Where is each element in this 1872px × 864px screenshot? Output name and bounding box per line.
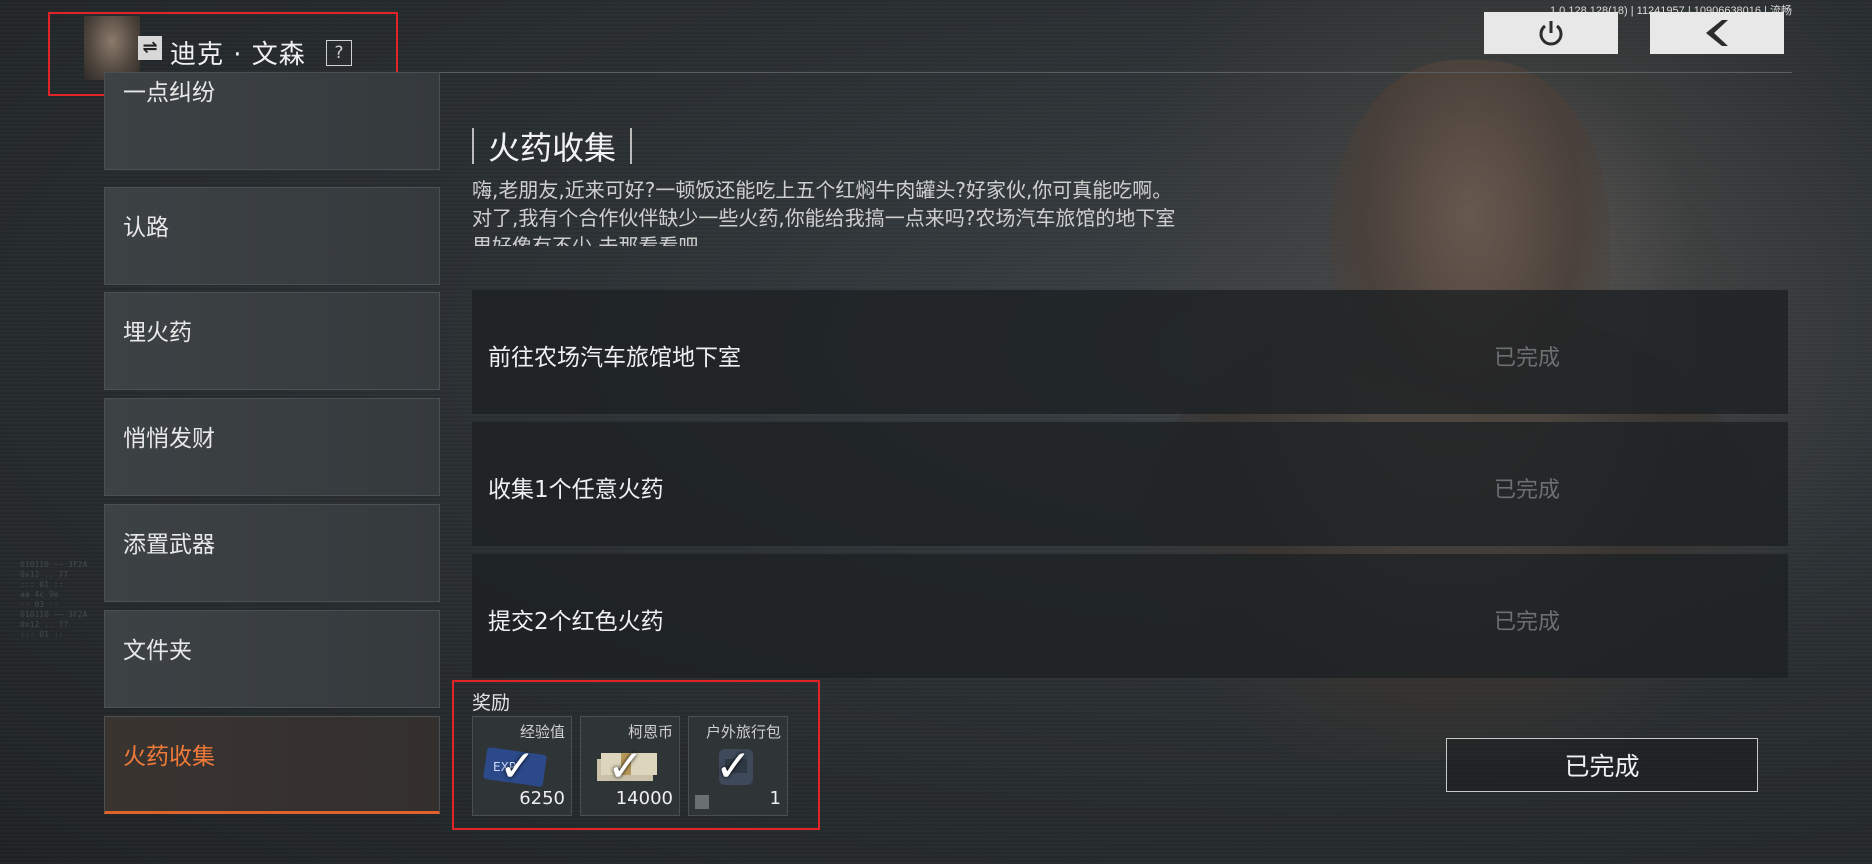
- quest-title-frame: 火药收集: [472, 128, 633, 167]
- help-icon[interactable]: ?: [326, 40, 352, 66]
- sidebar-item-find-way[interactable]: 认路: [104, 187, 440, 285]
- switch-icon[interactable]: ⇌: [138, 36, 162, 60]
- sidebar-item-label: 埋火药: [123, 320, 192, 346]
- back-chevron-icon: [1706, 20, 1728, 46]
- sidebar-item-gunpowder-collection[interactable]: 火药收集: [104, 716, 440, 814]
- claimed-check-icon: ✓: [607, 741, 644, 792]
- task-label: 收集1个任意火药: [488, 477, 664, 503]
- task-label: 前往农场汽车旅馆地下室: [488, 345, 741, 371]
- avatar[interactable]: [84, 16, 140, 80]
- sidebar-item-label: 添置武器: [123, 532, 215, 558]
- reward-name: 经验值: [519, 723, 565, 741]
- claimed-check-icon: ✓: [499, 741, 536, 792]
- reward-qty: 6250: [519, 788, 565, 809]
- decorative-code-text: 010110 ~~ 3F2A 0x12 .. 77::: 01 :: aa 4c 9…: [20, 560, 88, 639]
- sidebar-item-dispute[interactable]: 一点纠纷: [104, 72, 440, 170]
- reward-name: 户外旅行包: [705, 723, 781, 741]
- reward-item-backpack[interactable]: 户外旅行包 ✓ 1: [688, 716, 788, 816]
- header-divider: [400, 72, 1792, 73]
- character-name: 迪克 · 文森: [170, 40, 306, 70]
- sidebar-item-label: 一点纠纷: [123, 80, 215, 106]
- sidebar-item-label: 文件夹: [123, 638, 192, 664]
- reward-qty: 1: [769, 788, 781, 809]
- sidebar-item-label: 火药收集: [123, 744, 215, 770]
- sidebar-item-folder[interactable]: 文件夹: [104, 610, 440, 708]
- task-status: 已完成: [1493, 346, 1560, 371]
- task-row: 前往农场汽车旅馆地下室 已完成: [472, 290, 1788, 414]
- complete-button[interactable]: 已完成: [1446, 738, 1758, 792]
- quest-title: 火药收集: [488, 129, 617, 167]
- reward-qty: 14000: [615, 788, 673, 809]
- claimed-check-icon: ✓: [715, 741, 752, 792]
- reward-name: 柯恩币: [627, 723, 673, 741]
- power-icon: [1539, 21, 1563, 46]
- power-button[interactable]: [1484, 12, 1618, 54]
- sidebar-item-bury-gunpowder[interactable]: 埋火药: [104, 292, 440, 390]
- reward-item-exp[interactable]: 经验值 EXP ✓ 6250: [472, 716, 572, 816]
- task-status: 已完成: [1493, 478, 1560, 503]
- reward-label: 奖励: [472, 692, 511, 714]
- task-row: 收集1个任意火药 已完成: [472, 422, 1788, 546]
- sidebar-item-label: 悄悄发财: [123, 426, 215, 452]
- reward-item-coin[interactable]: 柯恩币 ✓ 14000: [580, 716, 680, 816]
- task-row: 提交2个红色火药 已完成: [472, 554, 1788, 678]
- sidebar-item-label: 认路: [123, 215, 169, 241]
- quest-description: 嗨,老朋友,近来可好?一顿饭还能吃上五个红焖牛肉罐头?好家伙,你可真能吃啊。对了…: [472, 178, 1176, 246]
- bag-type-icon: [695, 795, 709, 809]
- back-button[interactable]: [1650, 12, 1784, 54]
- task-label: 提交2个红色火药: [488, 609, 664, 635]
- sidebar-item-buy-weapons[interactable]: 添置武器: [104, 504, 440, 602]
- task-status: 已完成: [1493, 610, 1560, 635]
- sidebar-item-quiet-fortune[interactable]: 悄悄发财: [104, 398, 440, 496]
